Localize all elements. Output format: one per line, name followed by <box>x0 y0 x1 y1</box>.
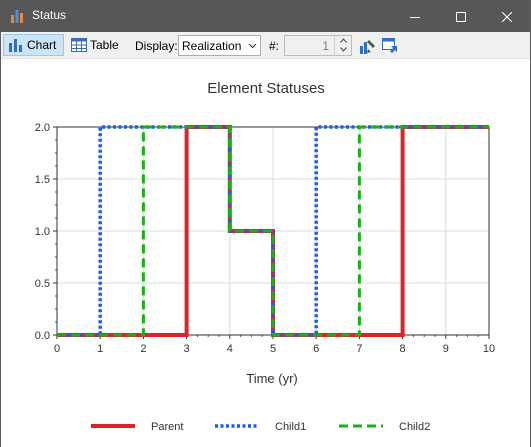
table-view-button[interactable]: Table <box>67 34 119 56</box>
x-axis-label: Time (yr) <box>246 371 298 386</box>
maximize-button[interactable] <box>438 1 484 32</box>
close-button[interactable] <box>484 1 530 32</box>
table-icon <box>71 38 87 52</box>
toolbar: Chart Table Display: Realization #: 1 <box>1 32 530 59</box>
export-icon[interactable] <box>381 37 399 55</box>
x-tick-label: 7 <box>356 343 362 355</box>
x-tick-label: 9 <box>443 343 449 355</box>
realization-value[interactable]: 1 <box>285 36 333 55</box>
x-tick-label: 10 <box>483 343 495 355</box>
legend-label-child2: Child2 <box>399 421 430 433</box>
display-select[interactable]: Realization <box>178 35 261 56</box>
x-tick-label: 0 <box>54 343 60 355</box>
legend-label-parent: Parent <box>151 421 183 433</box>
x-tick-label: 1 <box>97 343 103 355</box>
x-tick-label: 5 <box>270 343 276 355</box>
chart-view-button[interactable]: Chart <box>3 34 64 56</box>
realization-stepper[interactable]: 1 <box>284 35 352 56</box>
status-chart: Element Statuses 0 1 2 3 4 5 6 7 8 9 10 0.0 0.5 1.0 1.… <box>35 80 495 433</box>
x-tick-label: 8 <box>400 343 406 355</box>
maximize-icon <box>456 11 466 22</box>
minimize-icon <box>410 16 420 18</box>
chart-properties-icon[interactable] <box>359 37 377 55</box>
table-view-label: Table <box>90 38 119 52</box>
bar-chart-app-icon <box>11 10 23 23</box>
window-title: Status <box>32 8 67 22</box>
stepper-down-button[interactable] <box>335 45 351 54</box>
display-select-value: Realization <box>182 39 242 53</box>
title-bar[interactable]: Status <box>1 1 530 32</box>
y-tick-label: 2.0 <box>35 122 50 134</box>
x-tick-label: 6 <box>313 343 319 355</box>
y-tick-label: 1.5 <box>35 174 50 186</box>
y-tick-label: 0.0 <box>35 330 50 342</box>
x-tick-label: 4 <box>227 343 233 355</box>
realization-label: #: <box>269 39 280 53</box>
chart-area: Element Statuses 0 1 2 3 4 5 6 7 8 9 10 0.0 0.5 1.0 1.… <box>1 60 530 447</box>
legend-label-child1: Child1 <box>275 421 306 433</box>
y-tick-label: 0.5 <box>35 278 50 290</box>
display-label: Display: <box>135 39 178 53</box>
y-tick-label: 1.0 <box>35 226 50 238</box>
status-window: Status Chart Table Display: Realization … <box>0 0 531 447</box>
chart-view-label: Chart <box>27 38 57 52</box>
chart-title: Element Statuses <box>207 80 325 97</box>
bar-chart-icon <box>8 38 24 52</box>
chevron-down-icon <box>248 43 257 49</box>
chevron-down-icon <box>339 47 347 52</box>
x-tick-label: 2 <box>140 343 146 355</box>
x-tick-label: 3 <box>184 343 190 355</box>
minimize-button[interactable] <box>392 1 438 32</box>
stepper-up-button[interactable] <box>335 36 351 45</box>
chevron-up-icon <box>339 38 347 43</box>
chart-axes: 0 1 2 3 4 5 6 7 8 9 10 0.0 0.5 1.0 1.5 2.0 <box>35 122 495 355</box>
close-icon <box>502 11 512 22</box>
chart-legend: Parent Child1 Child2 <box>91 421 430 433</box>
